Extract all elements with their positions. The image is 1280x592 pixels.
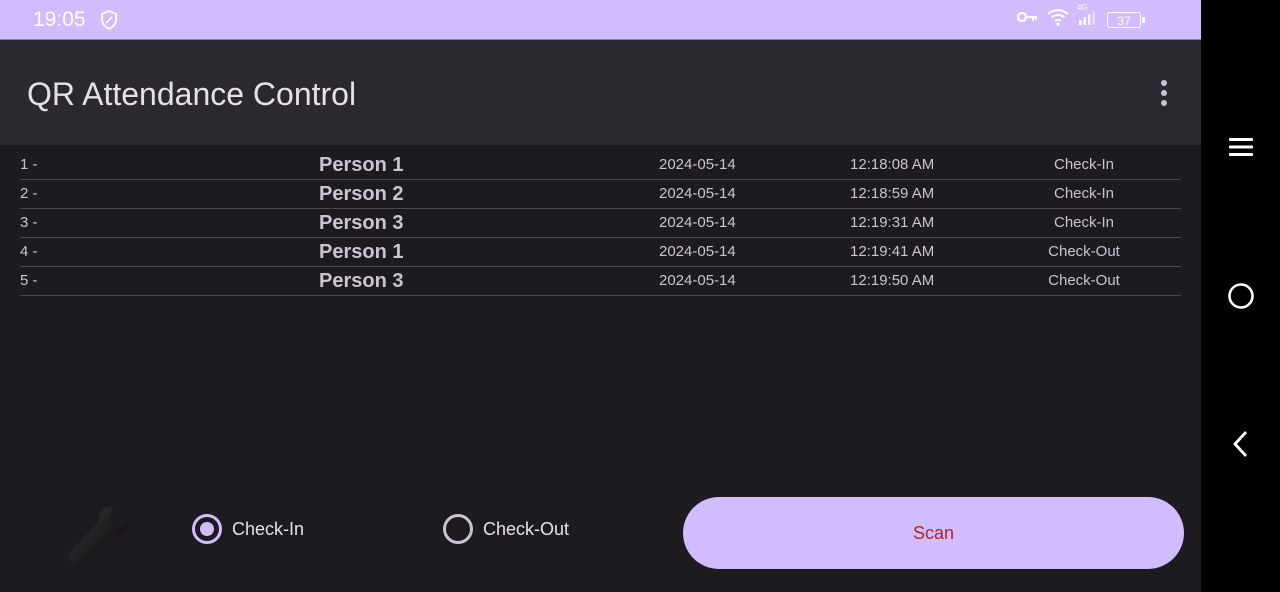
- list-item[interactable]: 2 - Person 2 2024-05-14 12:18:59 AM Chec…: [20, 180, 1181, 209]
- back-icon[interactable]: [1201, 430, 1280, 458]
- scan-button[interactable]: Scan: [683, 497, 1184, 569]
- record-time: 12:18:59 AM: [850, 185, 935, 202]
- record-name: Person 3: [319, 270, 404, 292]
- record-type: Check-In: [1053, 185, 1115, 202]
- record-name: Person 1: [319, 241, 404, 263]
- record-index: 4 -: [20, 243, 38, 260]
- shield-icon: [99, 9, 119, 36]
- wrench-icon[interactable]: [62, 500, 134, 577]
- list-item[interactable]: 5 - Person 3 2024-05-14 12:19:50 AM Chec…: [20, 267, 1181, 296]
- wifi-icon: [1047, 8, 1069, 31]
- check-out-label: Check-Out: [483, 518, 570, 539]
- record-index: 3 -: [20, 214, 38, 231]
- record-time: 12:19:41 AM: [850, 243, 935, 260]
- check-in-radio[interactable]: [192, 514, 222, 544]
- menu-icon[interactable]: [1201, 136, 1280, 158]
- list-item[interactable]: 1 - Person 1 2024-05-14 12:18:08 AM Chec…: [20, 151, 1181, 180]
- check-out-option[interactable]: Check-Out: [443, 514, 569, 544]
- home-icon[interactable]: [1201, 282, 1280, 310]
- record-date: 2024-05-14: [659, 243, 736, 260]
- battery-level: 37: [1117, 13, 1131, 28]
- network-type: 4G: [1077, 3, 1088, 12]
- signal-icon: 4G: [1077, 3, 1099, 31]
- check-in-label: Check-In: [232, 518, 305, 539]
- check-out-radio[interactable]: [443, 514, 473, 544]
- record-date: 2024-05-14: [659, 185, 736, 202]
- status-time: 19:05: [33, 8, 86, 31]
- battery-icon: 37: [1107, 11, 1145, 28]
- check-in-option[interactable]: Check-In: [192, 514, 304, 544]
- record-index: 1 -: [20, 156, 38, 173]
- record-name: Person 2: [319, 183, 404, 205]
- record-time: 12:18:08 AM: [850, 156, 935, 173]
- status-bar: 19:05 4G 37: [0, 0, 1201, 40]
- attendance-list: 1 - Person 1 2024-05-14 12:18:08 AM Chec…: [20, 151, 1181, 296]
- record-type: Check-Out: [1048, 243, 1120, 260]
- record-date: 2024-05-14: [659, 214, 736, 231]
- record-index: 5 -: [20, 272, 38, 289]
- record-type: Check-In: [1053, 214, 1115, 231]
- record-date: 2024-05-14: [659, 272, 736, 289]
- list-item[interactable]: 4 - Person 1 2024-05-14 12:19:41 AM Chec…: [20, 238, 1181, 267]
- record-type: Check-Out: [1048, 272, 1120, 289]
- record-time: 12:19:50 AM: [850, 272, 935, 289]
- page-title: QR Attendance Control: [27, 76, 357, 112]
- record-time: 12:19:31 AM: [850, 214, 935, 231]
- record-name: Person 1: [319, 154, 404, 176]
- record-type: Check-In: [1053, 156, 1115, 173]
- app-screen: 19:05 4G 37 QR Attendance Control 1 - Pe…: [0, 0, 1201, 592]
- record-name: Person 3: [319, 212, 404, 234]
- status-icons: 4G 37: [1016, 3, 1145, 31]
- app-bar: QR Attendance Control: [0, 40, 1201, 145]
- more-vert-icon[interactable]: [1150, 77, 1178, 109]
- record-date: 2024-05-14: [659, 156, 736, 173]
- key-icon: [1016, 10, 1039, 29]
- list-item[interactable]: 3 - Person 3 2024-05-14 12:19:31 AM Chec…: [20, 209, 1181, 238]
- record-index: 2 -: [20, 185, 38, 202]
- navigation-bar: [1201, 0, 1280, 592]
